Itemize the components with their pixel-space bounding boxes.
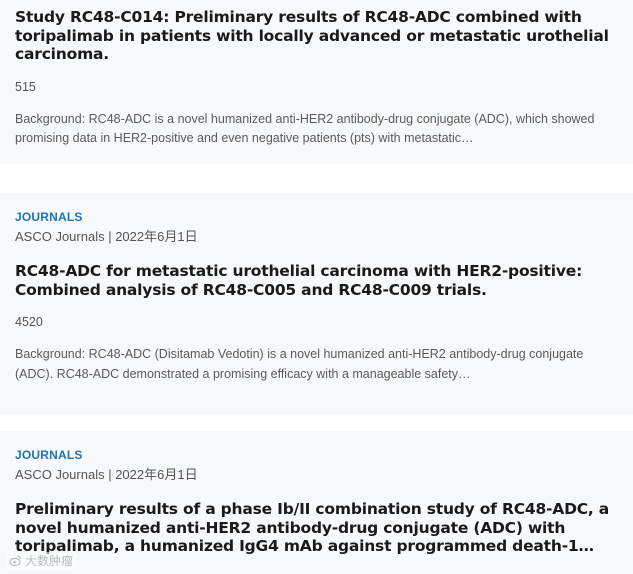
article-abstract: Background: RC48-ADC (Disitamab Vedotin)… (15, 347, 584, 381)
watermark: 大数肿瘤 (6, 552, 77, 569)
source-date: ASCO Journals | 2022年6月1日 (15, 229, 198, 244)
result-card[interactable]: Study RC48-C014: Preliminary results of … (0, 0, 633, 164)
article-title[interactable]: Preliminary results of a phase Ib/II com… (15, 500, 615, 556)
category-label: JOURNALS (15, 210, 83, 224)
article-title[interactable]: RC48-ADC for metastatic urothelial carci… (15, 262, 615, 299)
abstract-number: 4520 (15, 315, 43, 329)
category-label: JOURNALS (15, 448, 83, 462)
article-abstract: Background: RC48-ADC is a novel humanize… (15, 111, 595, 146)
abstract-number: 515 (15, 79, 36, 94)
result-card[interactable]: JOURNALS ASCO Journals | 2022年6月1日 RC48-… (0, 193, 633, 414)
search-results-feed: Study RC48-C014: Preliminary results of … (0, 0, 633, 574)
weibo-logo-icon (9, 554, 22, 567)
watermark-text: 大数肿瘤 (25, 554, 74, 568)
source-date: ASCO Journals | 2022年6月1日 (15, 467, 198, 482)
result-card[interactable]: JOURNALS ASCO Journals | 2022年6月1日 Preli… (0, 431, 633, 574)
article-title[interactable]: Study RC48-C014: Preliminary results of … (15, 8, 615, 64)
